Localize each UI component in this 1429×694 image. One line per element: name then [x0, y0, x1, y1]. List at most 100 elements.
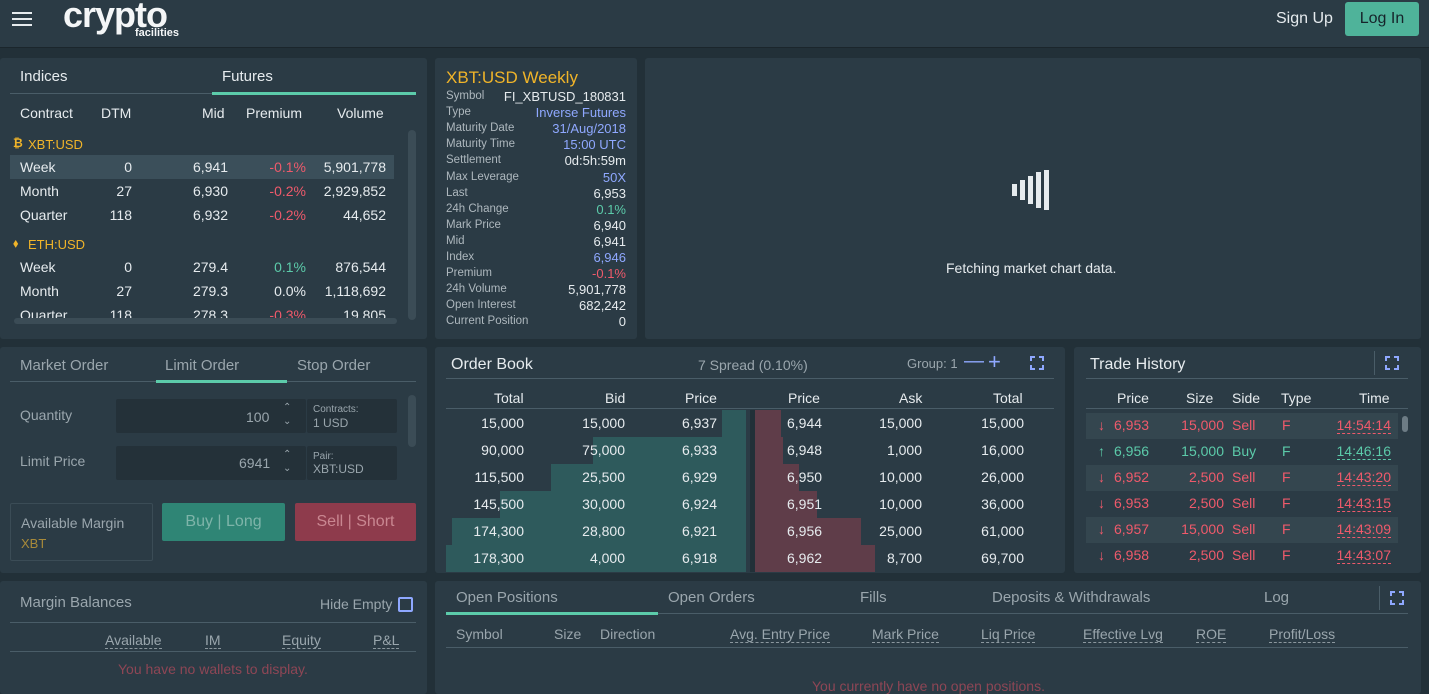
contract-row[interactable]: Quarter 118 278.3 -0.3% 19,805 [10, 303, 394, 318]
bar-chart-loading-icon [1012, 170, 1054, 210]
trade-history-header-underline [1086, 408, 1408, 409]
header-volume[interactable]: Volume [337, 105, 384, 121]
contracts-scrollbar-horizontal[interactable] [14, 318, 397, 324]
info-field-label: Max Leverage [446, 170, 519, 183]
bid-row[interactable]: 174,300 28,800 6,921 [446, 518, 746, 545]
limit-price-value[interactable]: 6941 [239, 455, 270, 471]
trade-direction-arrow-icon: ↓ [1098, 547, 1105, 563]
th-header-type: Type [1281, 390, 1312, 406]
contract-row[interactable]: Quarter 118 6,932 -0.2% 44,652 [10, 203, 394, 227]
info-field: Premium -0.1% [446, 266, 626, 282]
info-field: Maturity Time 15:00 UTC [446, 137, 626, 153]
log-in-button[interactable]: Log In [1345, 2, 1419, 36]
quantity-value[interactable]: 100 [246, 409, 269, 425]
tab-fills[interactable]: Fills [860, 589, 887, 606]
tab-futures[interactable]: Futures [222, 68, 273, 85]
header-ask: Ask [899, 390, 923, 406]
trade-row[interactable]: ↓ 6,958 2,500 Sell F 14:43:07 [1086, 543, 1398, 569]
trade-row[interactable]: ↓ 6,957 15,000 Sell F 14:43:09 [1086, 517, 1398, 543]
info-field: Max Leverage 50X [446, 170, 626, 186]
bid-row[interactable]: 145,500 30,000 6,924 [446, 491, 746, 518]
futures-active-indicator [212, 92, 416, 95]
contracts-scrollbar-vertical[interactable] [408, 130, 416, 320]
group-label-xbt: XBT:USD [28, 137, 83, 152]
positions-expand-icon[interactable] [1390, 591, 1404, 605]
info-field: Symbol FI_XBTUSD_180831 [446, 89, 626, 105]
quantity-input[interactable] [116, 399, 306, 433]
info-field-label: Maturity Date [446, 122, 515, 135]
sell-short-button[interactable]: Sell | Short [295, 503, 416, 541]
tab-limit-order[interactable]: Limit Order [165, 357, 239, 374]
bid-row[interactable]: 15,000 15,000 6,937 [446, 410, 746, 437]
ask-row[interactable]: 6,950 10,000 26,000 [755, 464, 1055, 491]
group-increase-button[interactable]: + [988, 349, 1001, 375]
info-field: Last 6,953 [446, 186, 626, 202]
info-field-label: 24h Volume [446, 283, 507, 296]
contract-row[interactable]: Month 27 6,930 -0.2% 2,929,852 [10, 179, 394, 203]
tab-indices[interactable]: Indices [20, 68, 68, 85]
trade-history-scrollbar[interactable] [1402, 416, 1408, 432]
bid-row[interactable]: 178,300 4,000 6,918 [446, 545, 746, 572]
pos-header-avg-entry: Avg. Entry Price [730, 626, 831, 643]
tab-log[interactable]: Log [1264, 589, 1289, 606]
sign-up-link[interactable]: Sign Up [1276, 10, 1333, 28]
info-field-value: 0 [618, 314, 626, 330]
contract-row[interactable]: Month 27 279.3 0.0% 1,118,692 [10, 279, 394, 303]
ask-row[interactable]: 6,956 25,000 61,000 [755, 518, 1055, 545]
order-book-header-underline [446, 408, 1054, 409]
info-field-label: Current Position [446, 315, 529, 328]
order-book-title: Order Book [451, 356, 533, 373]
buy-long-button[interactable]: Buy | Long [162, 503, 285, 541]
group-label-eth: ETH:USD [28, 237, 86, 252]
header-premium[interactable]: Premium [246, 105, 302, 121]
group-decrease-button[interactable]: — [964, 350, 984, 373]
available-margin-box [10, 503, 153, 561]
order-book-spread: 7 Spread (0.10%) [698, 357, 808, 373]
header-dtm[interactable]: DTM [101, 105, 131, 121]
info-field-value: 0d:5h:59m [564, 153, 626, 169]
limit-price-stepper-icon[interactable]: ⌃ ⌄ [283, 448, 291, 476]
info-field: 24h Volume 5,901,778 [446, 282, 626, 298]
trade-direction-arrow-icon: ↓ [1098, 495, 1105, 511]
info-field-value: 31/Aug/2018 [552, 121, 626, 137]
ask-row[interactable]: 6,944 15,000 15,000 [755, 410, 1055, 437]
tab-open-orders[interactable]: Open Orders [668, 589, 755, 606]
contract-row[interactable]: Week 0 6,941 -0.1% 5,901,778 [10, 155, 394, 179]
ask-row[interactable]: 6,951 10,000 36,000 [755, 491, 1055, 518]
trade-row[interactable]: ↓ 6,953 15,000 Sell F 14:54:14 [1086, 413, 1398, 439]
tab-deposits-withdrawals[interactable]: Deposits & Withdrawals [992, 589, 1150, 606]
info-field: Settlement 0d:5h:59m [446, 153, 626, 169]
tab-stop-order[interactable]: Stop Order [297, 357, 370, 374]
limit-price-input[interactable] [116, 446, 306, 480]
limit-price-label: Limit Price [20, 453, 86, 469]
tab-open-positions[interactable]: Open Positions [456, 589, 558, 606]
trade-row[interactable]: ↓ 6,952 2,500 Sell F 14:43:20 [1086, 465, 1398, 491]
bid-row[interactable]: 90,000 75,000 6,933 [446, 437, 746, 464]
menu-icon[interactable] [12, 12, 32, 28]
trade-row[interactable]: ↓ 6,953 2,500 Sell F 14:43:15 [1086, 491, 1398, 517]
hide-empty-checkbox[interactable] [398, 597, 413, 612]
pos-header-size: Size [554, 626, 582, 642]
quantity-stepper-icon[interactable]: ⌃ ⌄ [283, 401, 291, 429]
pos-header-roe: ROE [1196, 626, 1227, 643]
bid-row[interactable]: 115,500 25,500 6,929 [446, 464, 746, 491]
margin-header-available: Available [105, 632, 162, 649]
header-bid-price: Price [685, 390, 717, 406]
info-field-value: 50X [602, 169, 626, 185]
trade-row[interactable]: ↑ 6,956 15,000 Buy F 14:46:16 [1086, 439, 1398, 465]
pos-header-profit-loss: Profit/Loss [1269, 626, 1336, 643]
order-form-scrollbar[interactable] [408, 395, 416, 447]
ask-row[interactable]: 6,962 8,700 69,700 [755, 545, 1055, 572]
ask-row[interactable]: 6,948 1,000 16,000 [755, 437, 1055, 464]
trade-history-expand-icon[interactable] [1385, 356, 1399, 370]
ethereum-icon: ⬧ [13, 236, 19, 250]
top-bar: crypto facilities Sign Up Log In [0, 0, 1429, 48]
order-book-expand-icon[interactable] [1030, 356, 1044, 370]
info-field-value: -0.1% [592, 266, 626, 282]
quantity-label: Quantity [20, 407, 73, 423]
tab-market-order[interactable]: Market Order [20, 357, 108, 374]
header-mid[interactable]: Mid [202, 105, 225, 121]
contract-row[interactable]: Week 0 279.4 0.1% 876,544 [10, 255, 394, 279]
header-contract[interactable]: Contract [20, 105, 73, 121]
info-field: Maturity Date 31/Aug/2018 [446, 121, 626, 137]
